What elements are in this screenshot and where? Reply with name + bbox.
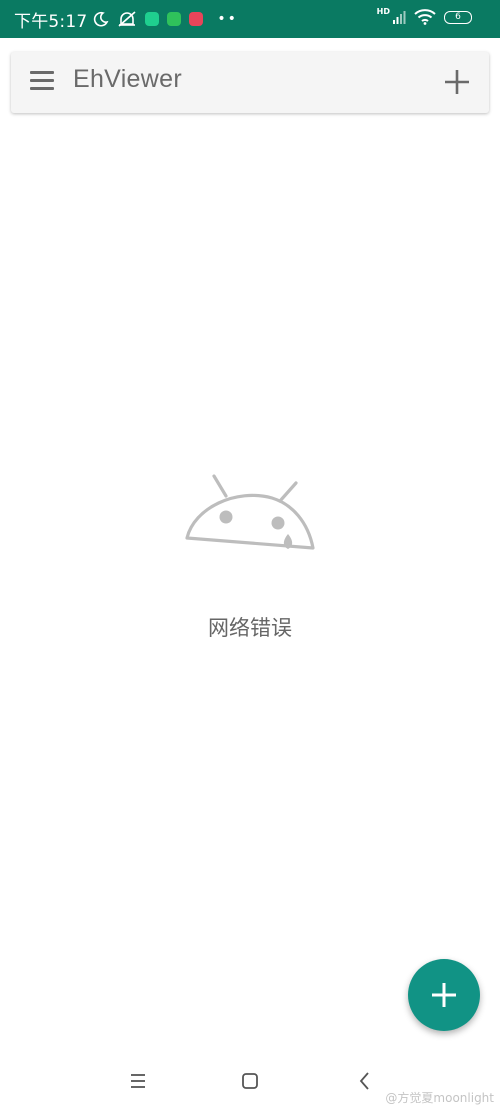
video-app-icon [145,12,160,26]
battery-icon: 6 [444,10,472,24]
app-title: EhViewer [73,65,182,93]
status-time: 下午5:17 [14,11,88,32]
signal-icon [393,11,406,24]
app-notification-icon [189,12,204,26]
plus-icon[interactable] [443,68,471,96]
plus-icon [432,983,456,1007]
error-message: 网络错误 [208,616,292,640]
hd-network-label: HD [376,6,390,16]
app-toolbar: EhViewer [11,52,489,113]
battery-level: 6 [455,11,461,22]
alarm-off-icon [118,11,136,27]
moon-icon [94,11,109,27]
add-fab-button[interactable] [408,959,480,1031]
more-notifications-icon: •• [217,11,238,27]
status-bar: 下午5:17 •• HD 6 [0,0,500,38]
watermark: @方觉夏moonlight [385,1091,494,1105]
status-system-icons: HD 6 [376,6,472,25]
back-chevron-icon[interactable] [350,1066,380,1096]
hamburger-menu-icon[interactable] [30,71,54,93]
sad-android-head-icon [185,474,315,550]
wifi-icon [414,9,436,25]
home-square-icon[interactable] [235,1066,265,1096]
recents-menu-icon[interactable] [123,1066,153,1096]
wechat-icon [167,12,182,26]
status-notification-icons: •• [93,10,238,28]
